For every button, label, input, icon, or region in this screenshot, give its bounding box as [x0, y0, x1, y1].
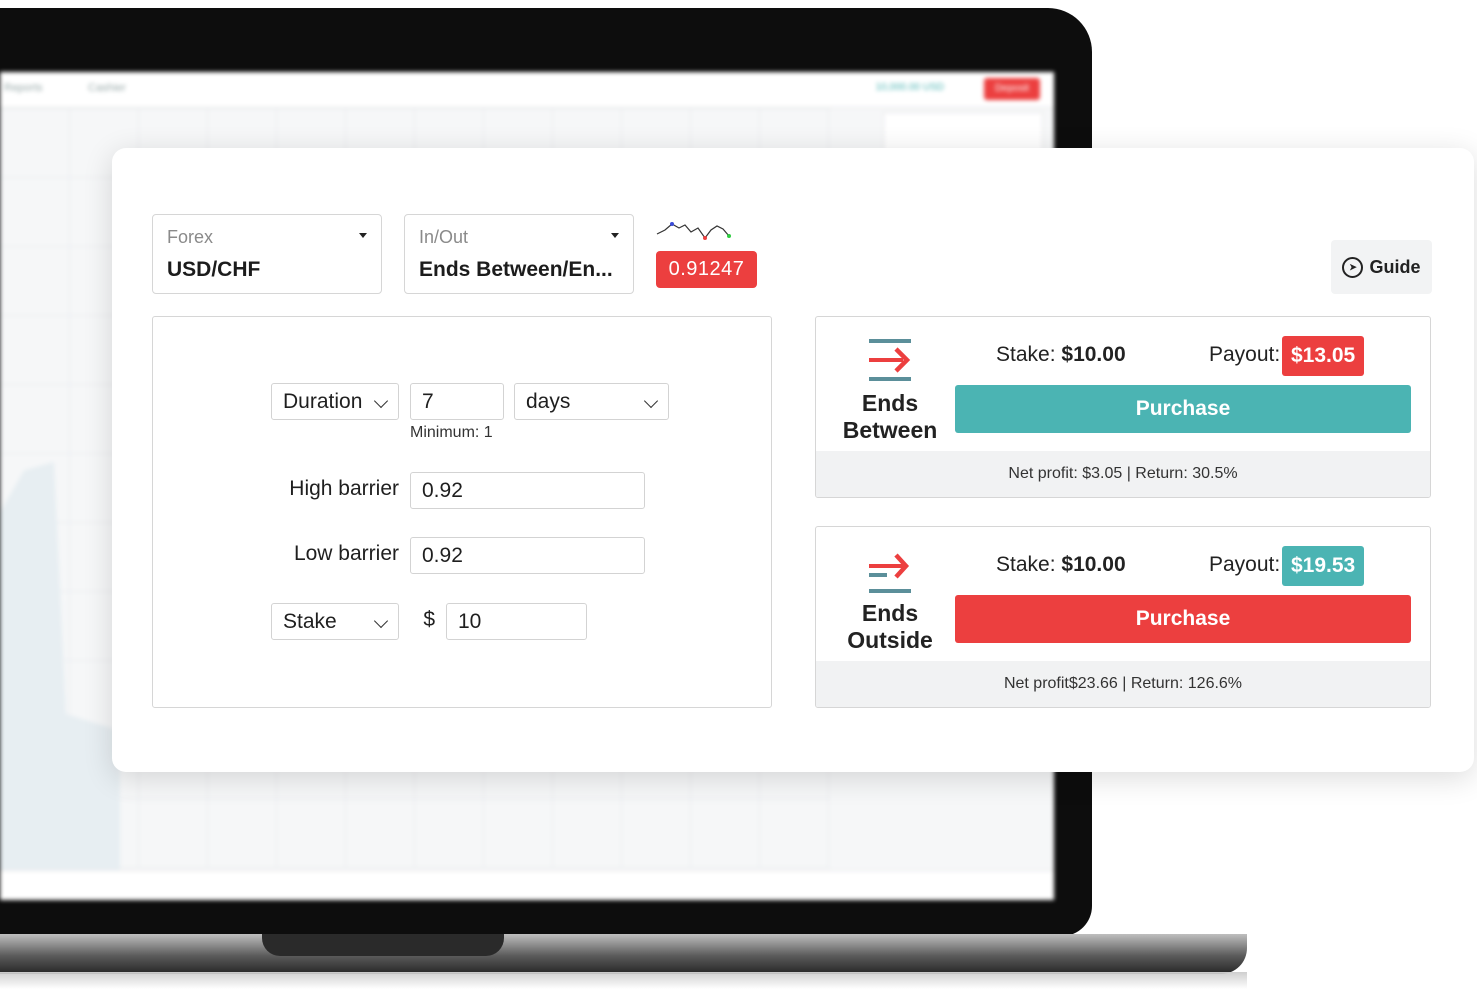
background-balance: 10,000.00 USD	[875, 82, 944, 93]
low-barrier-label: Low barrier	[293, 542, 399, 565]
background-bottom-bar	[0, 870, 1054, 900]
currency-symbol: $	[423, 608, 435, 631]
chevron-down-icon	[643, 393, 659, 409]
trade-parameters-panel: Duration 7 days Minimum: 1 High barrier …	[152, 316, 772, 708]
guide-button[interactable]: ➤ Guide	[1331, 240, 1432, 294]
background-nav-cashier: Cashier	[88, 82, 126, 94]
contract-type-label: Ends Outside	[830, 600, 950, 654]
payout-badge: $19.53	[1282, 546, 1365, 586]
payout-label: Payout:	[1209, 343, 1281, 366]
stake-input[interactable]: 10	[446, 603, 587, 640]
stake-summary-label: Stake:	[996, 343, 1056, 366]
contract-ends-between: Ends Between Stake: $10.00 Payout: $13.0…	[815, 316, 1431, 498]
duration-unit-value: days	[526, 390, 571, 413]
purchase-button[interactable]: Purchase	[955, 385, 1411, 433]
trade-type: Ends Between/En...	[419, 258, 613, 281]
market-category: Forex	[167, 227, 214, 247]
low-barrier-value: 0.92	[422, 544, 463, 567]
purchase-button[interactable]: Purchase	[955, 595, 1411, 643]
stake-value: 10	[458, 610, 482, 633]
background-deposit-button: Deposit	[984, 78, 1040, 100]
compass-icon: ➤	[1342, 256, 1364, 278]
market-picker[interactable]: Forex USD/CHF	[152, 214, 382, 294]
background-topbar: Reports Cashier 10,000.00 USD Deposit	[0, 72, 1054, 108]
laptop-notch	[262, 934, 504, 956]
duration-type-select[interactable]: Duration	[271, 383, 399, 420]
market-symbol: USD/CHF	[167, 258, 261, 281]
amount-type-value: Stake	[283, 610, 337, 633]
contract-footer: Net profit: $3.05 | Return: 30.5%	[816, 451, 1430, 497]
stake-summary: Stake: $10.00	[996, 343, 1126, 367]
trade-card: Forex USD/CHF In/Out Ends Between/En... …	[112, 148, 1474, 772]
payout-badge: $13.05	[1282, 336, 1365, 376]
stage: Reports Cashier 10,000.00 USD Deposit Fo…	[0, 0, 1477, 989]
duration-type-value: Duration	[283, 390, 363, 413]
contract-type-label: Ends Between	[830, 390, 950, 444]
chevron-down-icon	[373, 393, 389, 409]
high-barrier-input[interactable]: 0.92	[410, 472, 645, 509]
price-sparkline	[656, 222, 731, 240]
contract-type-line2: Between	[842, 417, 938, 443]
contract-footer: Net profit$23.66 | Return: 126.6%	[816, 661, 1430, 707]
background-side-panel	[883, 112, 1043, 152]
caret-down-icon	[359, 233, 367, 238]
laptop-shadow	[0, 972, 1247, 989]
duration-input[interactable]: 7	[410, 383, 504, 420]
spot-price-badge: 0.91247	[656, 251, 757, 288]
amount-type-select[interactable]: Stake	[271, 603, 399, 640]
stake-summary-label: Stake:	[996, 553, 1056, 576]
stake-summary-value: $10.00	[1061, 343, 1126, 366]
stake-summary-value: $10.00	[1061, 553, 1126, 576]
trade-type-picker[interactable]: In/Out Ends Between/En...	[404, 214, 634, 294]
contract-ends-outside: Ends Outside Stake: $10.00 Payout: $19.5…	[815, 526, 1431, 708]
laptop-base	[0, 934, 1247, 974]
ends-outside-icon	[869, 553, 911, 593]
contract-type-line1: Ends	[861, 390, 919, 416]
contract-type-line2: Outside	[847, 627, 933, 653]
stake-summary: Stake: $10.00	[996, 553, 1126, 577]
low-barrier-input[interactable]: 0.92	[410, 537, 645, 574]
high-barrier-label: High barrier	[289, 477, 399, 500]
contract-type-line1: Ends	[861, 600, 919, 626]
background-nav-reports: Reports	[4, 82, 43, 94]
payout-label: Payout:	[1209, 553, 1281, 576]
ends-between-icon	[869, 339, 911, 381]
duration-minimum-hint: Minimum: 1	[410, 424, 493, 441]
guide-label: Guide	[1369, 256, 1421, 277]
duration-value: 7	[422, 390, 434, 413]
caret-down-icon	[611, 233, 619, 238]
chevron-down-icon	[373, 613, 389, 629]
duration-unit-select[interactable]: days	[514, 383, 669, 420]
trade-category: In/Out	[419, 227, 469, 247]
high-barrier-value: 0.92	[422, 479, 463, 502]
